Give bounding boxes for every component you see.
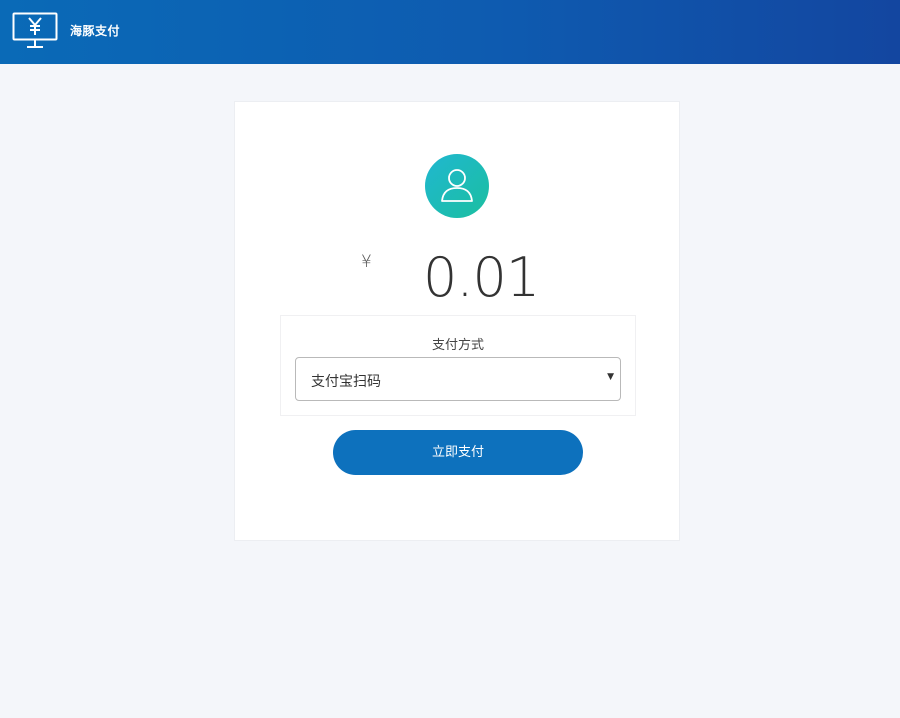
cashier-monitor-icon [12,12,58,50]
payment-method-label: 支付方式 [431,338,484,353]
payment-card: ¥ 0.01 支付方式 支付宝扫码 ▼ 立即支付 [234,101,680,541]
chevron-down-icon: ▼ [607,372,614,382]
top-bar: 海豚支付 [0,0,900,64]
payment-method-value: 支付宝扫码 [311,374,381,390]
pay-now-button[interactable]: 立即支付 [333,430,583,475]
payment-method-select[interactable]: 支付宝扫码 ▼ [295,357,621,401]
brand-name: 海豚支付 [70,24,121,38]
payment-amount: 0.01 [423,246,540,309]
user-avatar [425,154,489,218]
currency-symbol: ¥ [361,252,372,272]
payment-method-panel: 支付方式 支付宝扫码 ▼ [280,315,636,416]
